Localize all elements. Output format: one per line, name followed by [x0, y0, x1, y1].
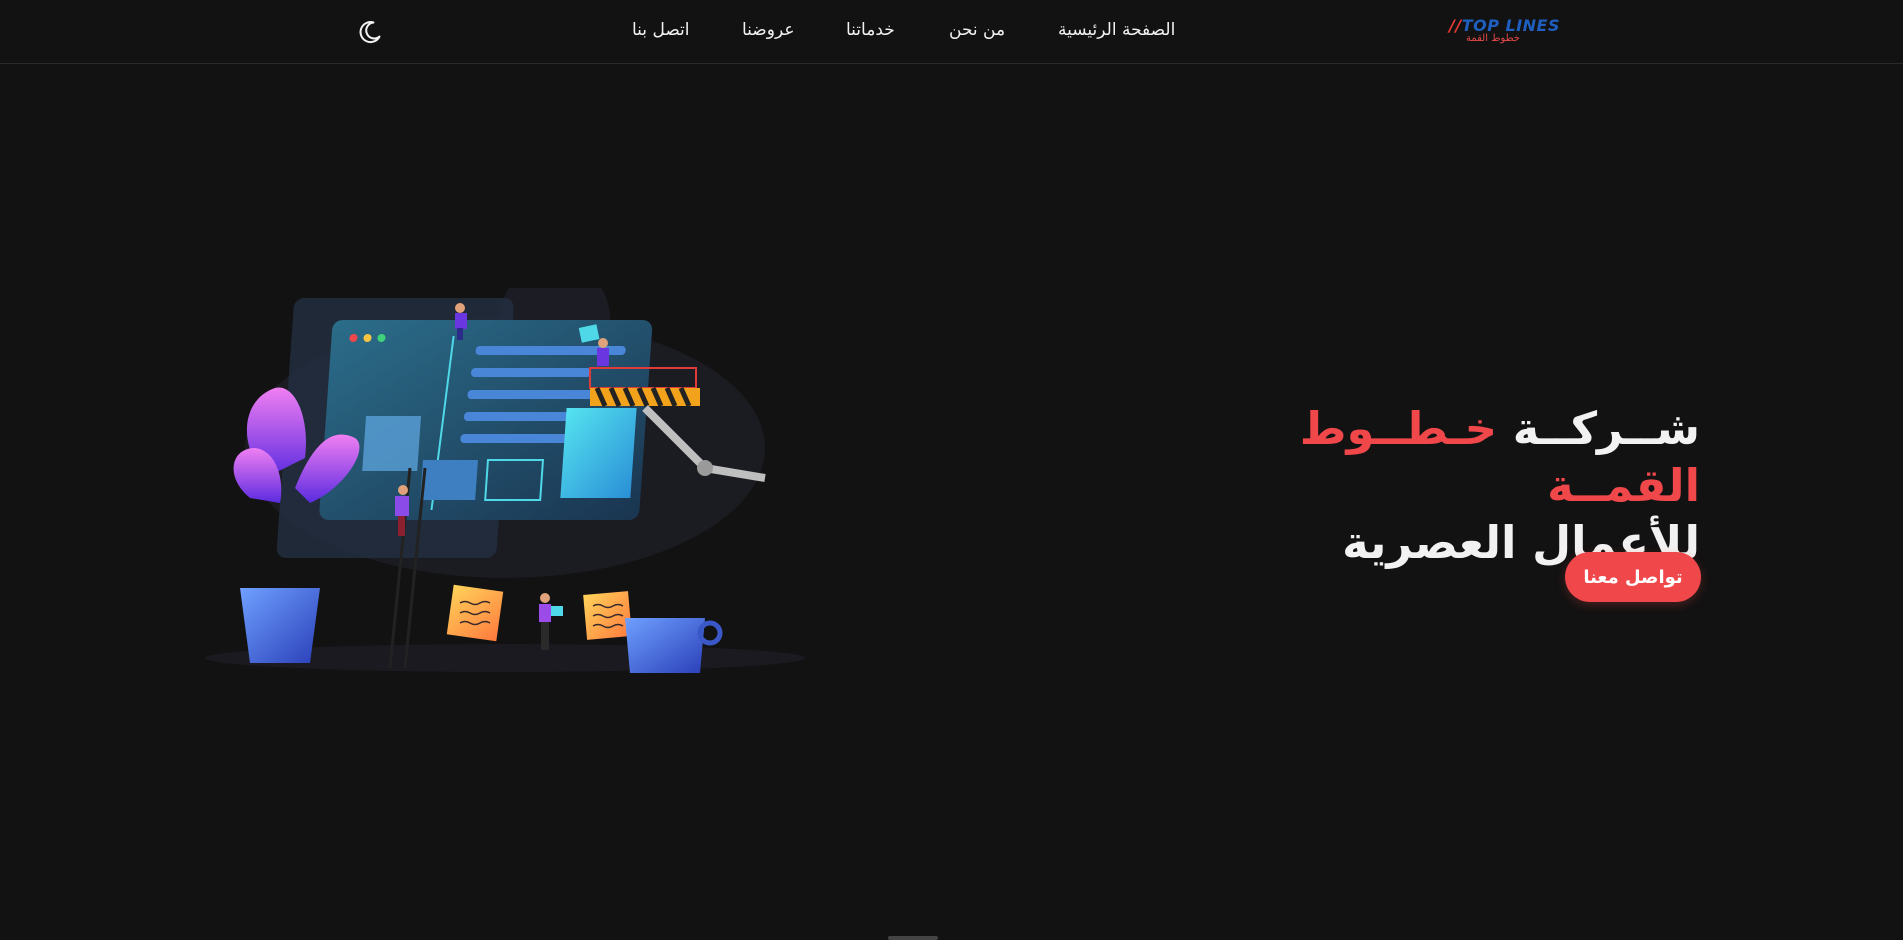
content-panel — [560, 408, 637, 498]
nav-home[interactable]: الصفحة الرئيسية — [1058, 20, 1175, 40]
nav-offers[interactable]: عروضنا — [742, 20, 794, 40]
logo-slashes: // — [1449, 16, 1462, 35]
hero-title: شــركــة خـطــوط القمــة للأعمال العصرية — [1140, 400, 1700, 571]
content-line — [471, 368, 592, 377]
nav-services[interactable]: خدماتنا — [846, 20, 895, 40]
moon-icon — [359, 21, 381, 44]
navbar: //TOP LINES خطوط القمة الصفحة الرئيسية م… — [0, 0, 1903, 64]
sticky-note — [446, 584, 504, 642]
hero-illustration — [205, 263, 805, 673]
content-block — [420, 460, 478, 500]
person-standing — [539, 593, 563, 650]
contact-us-button[interactable]: تواصل معنا — [1565, 552, 1701, 602]
content-line — [460, 434, 581, 443]
logo-subtitle: خطوط القمة — [1465, 33, 1520, 44]
logo[interactable]: //TOP LINES خطوط القمة — [1449, 16, 1560, 46]
nav-about[interactable]: من نحن — [949, 20, 1005, 40]
website-construction-illustration — [205, 263, 805, 673]
hero-title-word: شــركــة — [1512, 402, 1700, 455]
scroll-indicator[interactable] — [888, 936, 938, 940]
nav-contact[interactable]: اتصل بنا — [632, 20, 690, 40]
content-line — [467, 390, 598, 399]
content-block — [362, 416, 422, 471]
sticky-note — [583, 591, 632, 640]
theme-toggle-button[interactable] — [357, 19, 383, 45]
